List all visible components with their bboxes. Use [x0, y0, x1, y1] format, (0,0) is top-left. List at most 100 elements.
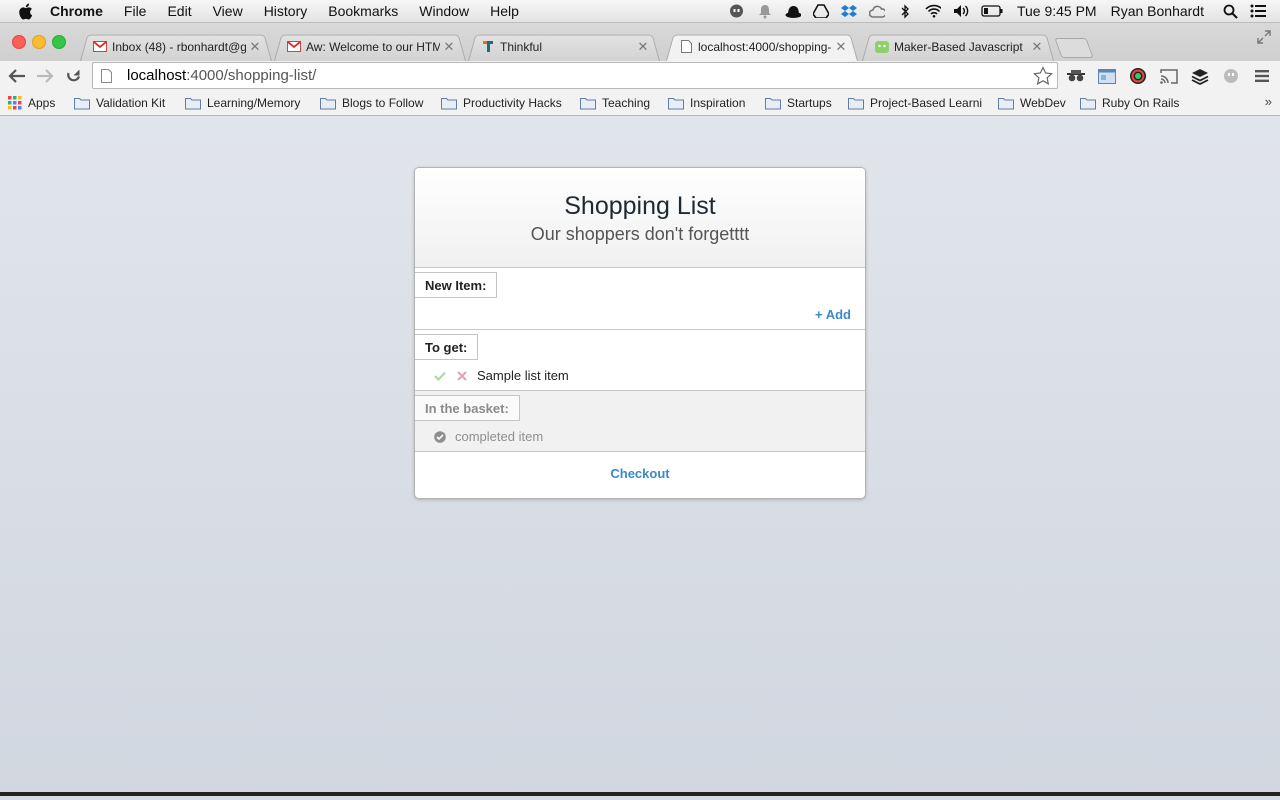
tab-title: localhost:4000/shopping-l [698, 39, 832, 54]
tab-shopping-list[interactable]: localhost:4000/shopping-l ✕ [666, 32, 858, 61]
wifi-icon[interactable] [925, 3, 941, 19]
bookmark-label: Productivity Hacks [463, 96, 562, 110]
buffer-extension-icon[interactable] [1190, 66, 1210, 86]
cast-icon[interactable] [1159, 66, 1179, 86]
gmail-icon [92, 39, 108, 55]
bookmark-star-icon[interactable] [1033, 66, 1053, 86]
apple-menu-icon[interactable] [16, 1, 36, 21]
tab-title: Maker-Based Javascript [894, 39, 1023, 54]
tab-strip: Inbox (48) - rbonhardt@gm ✕ Aw: Welcome … [0, 23, 1280, 61]
add-item-button[interactable]: + Add [815, 307, 851, 322]
bookmark-folder[interactable]: Inspiration [668, 95, 745, 111]
bookmark-folder[interactable]: Teaching [580, 95, 650, 111]
google-drive-icon[interactable] [812, 3, 829, 19]
back-arrow-icon[interactable] [7, 66, 27, 86]
menubar-user[interactable]: Ryan Bonhardt [1111, 3, 1204, 19]
window-close-button[interactable] [12, 35, 26, 49]
tab-close-icon[interactable]: ✕ [1030, 39, 1044, 55]
folder-icon [580, 97, 596, 110]
window-bottom-edge [0, 792, 1280, 796]
checkout-button[interactable]: Checkout [415, 452, 865, 497]
bookmark-label: Blogs to Follow [342, 96, 424, 110]
page-subtitle: Our shoppers don't forgetttt [530, 224, 750, 244]
url-path: :4000/shopping-list/ [186, 67, 317, 84]
menu-edit[interactable]: Edit [167, 3, 191, 19]
hangouts-icon[interactable] [729, 3, 745, 19]
android-icon [874, 39, 890, 55]
menu-help[interactable]: Help [490, 3, 519, 19]
colorzilla-extension-icon[interactable] [1128, 66, 1148, 86]
tab-inbox[interactable]: Inbox (48) - rbonhardt@gm ✕ [80, 32, 272, 61]
bookmark-folder[interactable]: Ruby On Rails [1080, 95, 1179, 111]
alfred-hat-icon[interactable] [785, 3, 801, 19]
folder-icon [765, 97, 781, 110]
new-item-label: New Item: [415, 272, 498, 298]
bookmark-folder[interactable]: Startups [765, 95, 832, 111]
volume-icon[interactable] [953, 3, 969, 19]
in-basket-section: In the basket: completed item [415, 391, 865, 452]
apps-grid-icon [8, 96, 22, 110]
bookmarks-overflow-button[interactable]: » [1265, 94, 1272, 109]
bookmark-folder[interactable]: Blogs to Follow [320, 95, 423, 111]
bookmark-apps[interactable]: Apps [8, 95, 55, 111]
reload-icon[interactable] [63, 66, 83, 86]
bookmark-label: WebDev [1020, 96, 1066, 110]
tab-close-icon[interactable]: ✕ [248, 39, 262, 55]
tab-title: Thinkful [500, 39, 543, 54]
bookmark-folder[interactable]: Validation Kit [74, 95, 165, 111]
tab-close-icon[interactable]: ✕ [834, 39, 848, 55]
menu-history[interactable]: History [264, 3, 308, 19]
tab-thinkful[interactable]: Thinkful ✕ [468, 32, 660, 61]
bookmark-folder[interactable]: Productivity Hacks [441, 95, 562, 111]
folder-icon [998, 97, 1014, 110]
dropbox-icon[interactable] [840, 3, 857, 19]
completed-check-circle-icon[interactable] [433, 430, 446, 443]
bookmark-label: Startups [787, 96, 832, 110]
bookmark-folder[interactable]: Learning/Memory [185, 95, 300, 111]
list-item: completed item [433, 429, 543, 444]
tab-welcome-email[interactable]: Aw: Welcome to our HTML ✕ [274, 32, 466, 61]
bluetooth-icon[interactable] [897, 3, 913, 19]
menu-window[interactable]: Window [419, 3, 469, 19]
folder-icon [441, 97, 457, 110]
menu-app-name[interactable]: Chrome [50, 3, 103, 19]
incognito-extension-icon[interactable] [1066, 66, 1086, 86]
new-item-section: New Item: + Add [415, 268, 865, 330]
forward-arrow-icon[interactable] [35, 66, 55, 86]
fullscreen-icon[interactable] [1256, 29, 1272, 45]
bookmark-folder[interactable]: WebDev [998, 95, 1066, 111]
remove-x-icon[interactable] [455, 369, 468, 382]
in-basket-label: In the basket: [415, 395, 520, 421]
tab-maker-javascript[interactable]: Maker-Based Javascript ✕ [862, 32, 1054, 61]
folder-icon [848, 97, 864, 110]
evernote-extension-icon[interactable] [1221, 66, 1241, 86]
creative-cloud-icon[interactable] [868, 3, 885, 19]
menu-view[interactable]: View [213, 3, 243, 19]
menu-bookmarks[interactable]: Bookmarks [328, 3, 398, 19]
bookmark-folder[interactable]: Project-Based Learni [848, 95, 984, 111]
to-get-label: To get: [415, 334, 479, 360]
spotlight-search-icon[interactable] [1222, 3, 1238, 19]
bookmarks-bar: Apps Validation Kit Learning/Memory Blog… [0, 91, 1280, 116]
gmail-icon [286, 39, 302, 55]
page-viewport: Shopping List Our shoppers don't forgett… [0, 116, 1280, 796]
list-item-text: completed item [455, 429, 544, 444]
battery-icon[interactable] [981, 3, 1003, 19]
address-bar[interactable]: localhost:4000/shopping-list/ [92, 62, 1058, 89]
menu-file[interactable]: File [124, 3, 147, 19]
window-minimize-button[interactable] [32, 35, 46, 49]
window-zoom-button[interactable] [52, 35, 66, 49]
new-tab-button[interactable] [1054, 38, 1094, 58]
window-extension-icon[interactable] [1097, 66, 1117, 86]
tab-close-icon[interactable]: ✕ [442, 39, 456, 55]
bookmark-label: Project-Based Learni [870, 96, 983, 110]
notification-bell-icon[interactable] [757, 3, 773, 19]
menubar-clock[interactable]: Tue 9:45 PM [1017, 3, 1097, 19]
shopping-list-card: Shopping List Our shoppers don't forgett… [414, 167, 866, 499]
check-icon[interactable] [433, 369, 446, 382]
page-title: Shopping List [564, 192, 716, 220]
tab-close-icon[interactable]: ✕ [636, 39, 650, 55]
notification-center-icon[interactable] [1250, 3, 1266, 19]
chrome-menu-icon[interactable] [1252, 66, 1272, 86]
thinkful-icon [480, 39, 496, 55]
